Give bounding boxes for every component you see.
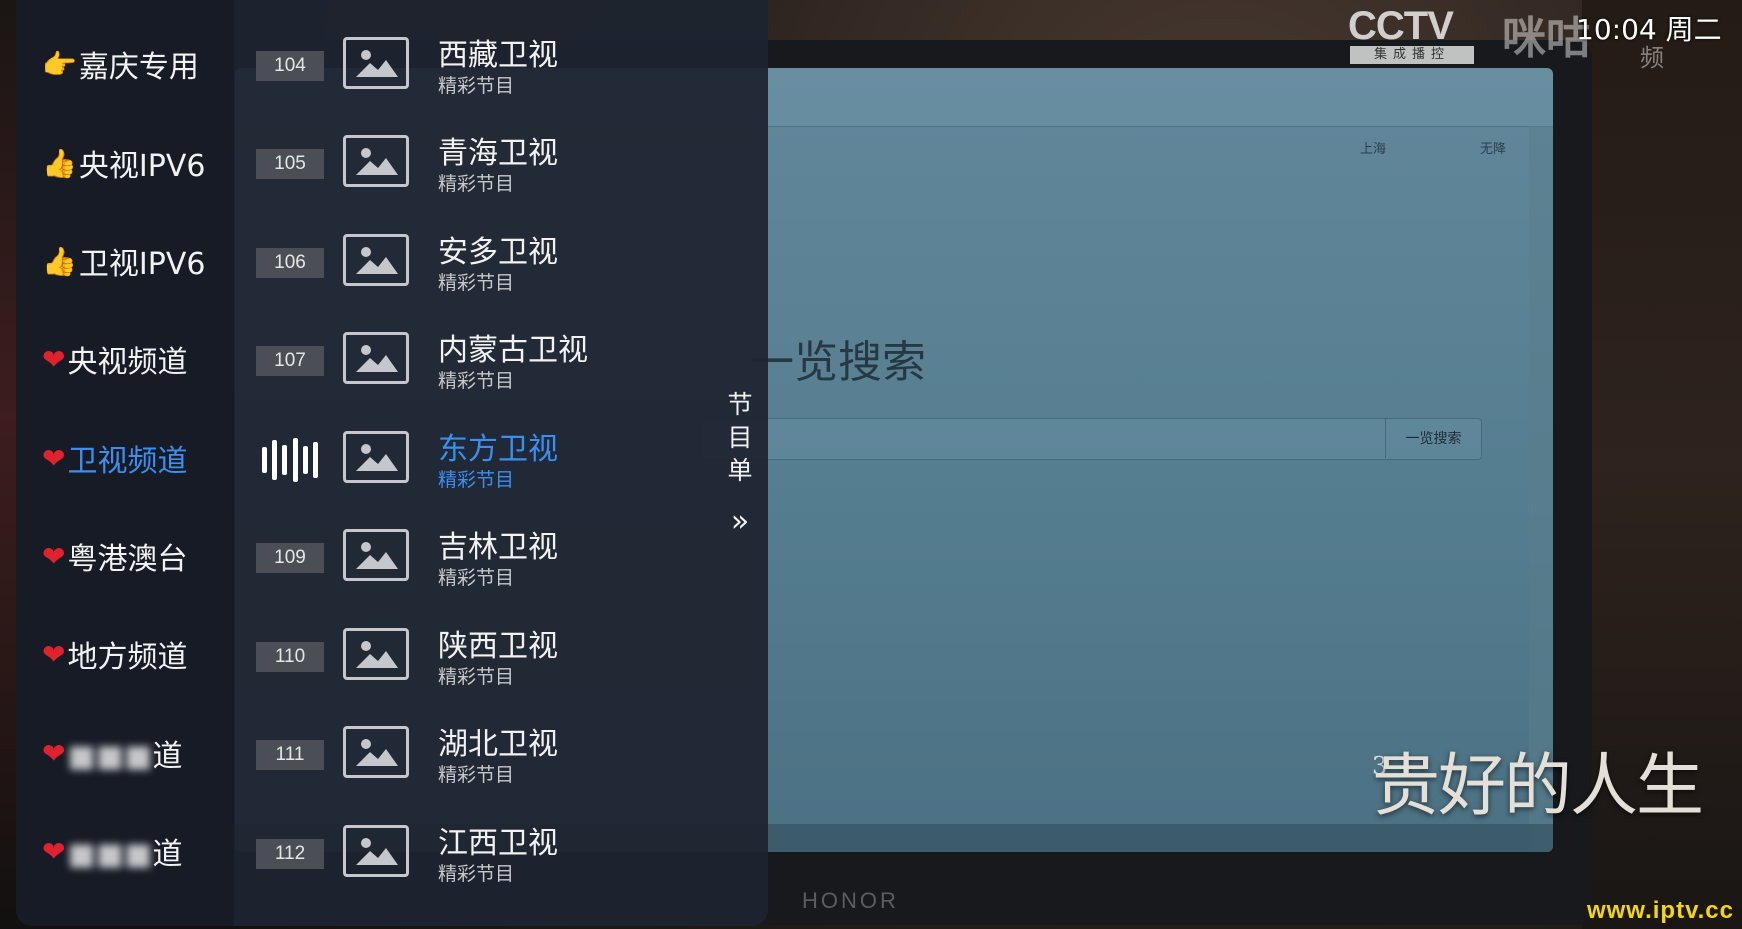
- channel-name: 陕西卫视: [438, 629, 558, 664]
- heart-icon: ❤: [42, 342, 66, 376]
- laptop-brand: HONOR: [802, 888, 899, 913]
- category-item[interactable]: 👉 嘉庆专用: [16, 34, 234, 94]
- now-playing-icon: [262, 438, 318, 482]
- category-list: 👉 嘉庆专用 👍 央视IPV6 👍 卫视IPV6 ❤ 央视频道 ❤ 卫视频道 ❤ 粤港澳台 ❤ 地方频道 ❤…: [16, 0, 234, 926]
- category-label-visible: 道: [152, 739, 183, 774]
- epg-label: 节目单: [727, 390, 753, 485]
- channel-name: 西藏卫视: [438, 38, 558, 73]
- channel-item[interactable]: 110 陕西卫视 精彩节目: [234, 613, 728, 703]
- category-item[interactable]: 👍 央视IPV6: [16, 133, 234, 193]
- heart-icon: ❤: [42, 539, 66, 573]
- channel-program: 精彩节目: [438, 272, 515, 294]
- blurred-text: ■■■: [67, 739, 153, 774]
- channel-number: 106: [256, 248, 324, 278]
- channel-program: 精彩节目: [438, 469, 515, 491]
- cctv-sub-logo: 集成播控: [1350, 46, 1474, 64]
- channel-program: 精彩节目: [438, 764, 515, 786]
- cctv-logo: CCTV: [1348, 4, 1454, 48]
- category-item[interactable]: ❤ ■■■道: [16, 723, 234, 783]
- channel-item[interactable]: 107 内蒙古卫视 精彩节目: [234, 317, 728, 407]
- clock: 10:04 周二: [1576, 13, 1722, 46]
- channel-program: 精彩节目: [438, 863, 515, 885]
- category-item[interactable]: ❤ 粤港澳台: [16, 526, 234, 586]
- image-placeholder-icon: [343, 726, 409, 778]
- channel-program: 精彩节目: [438, 173, 515, 195]
- channel-number: 109: [256, 543, 324, 573]
- image-placeholder-icon: [343, 234, 409, 286]
- heart-icon: ❤: [42, 736, 66, 770]
- channel-number: 104: [256, 51, 324, 81]
- thumbs-up-icon: 👍: [42, 146, 77, 180]
- channel-program: 精彩节目: [438, 666, 515, 688]
- category-label: 央视频道: [67, 345, 188, 380]
- thumbs-up-icon: 👍: [42, 244, 77, 278]
- channel-number: 111: [256, 740, 324, 770]
- image-placeholder-icon: [343, 529, 409, 581]
- heart-icon: ❤: [42, 834, 66, 868]
- category-label-visible: 道: [152, 837, 183, 872]
- image-placeholder-icon: [343, 37, 409, 89]
- image-placeholder-icon: [343, 628, 409, 680]
- category-item[interactable]: ❤ ■■■道: [16, 821, 234, 881]
- channel-name: 湖北卫视: [438, 727, 558, 762]
- channel-item[interactable]: 104 西藏卫视 精彩节目: [234, 22, 728, 112]
- category-label: ■■■道: [67, 829, 182, 873]
- search-page-title: 一览搜索: [750, 337, 926, 388]
- channel-program: 精彩节目: [438, 370, 515, 392]
- search-box: [700, 418, 1482, 460]
- weather-city: 上海: [1360, 142, 1387, 157]
- channel-name: 内蒙古卫视: [438, 333, 588, 368]
- category-label: 卫视IPV6: [78, 247, 206, 282]
- channel-name: 江西卫视: [438, 826, 558, 861]
- category-item[interactable]: 👍 卫视IPV6: [16, 231, 234, 291]
- channel-item[interactable]: 东方卫视 精彩节目: [234, 416, 728, 506]
- blurred-text: ■■■: [67, 837, 153, 872]
- channel-item[interactable]: 112 江西卫视 精彩节目: [234, 810, 728, 900]
- channel-item[interactable]: 106 安多卫视 精彩节目: [234, 219, 728, 309]
- channel-program: 精彩节目: [438, 75, 515, 97]
- heart-icon: ❤: [42, 441, 66, 475]
- channel-name: 吉林卫视: [438, 530, 558, 565]
- channel-panel: 👉 嘉庆专用 👍 央视IPV6 👍 卫视IPV6 ❤ 央视频道 ❤ 卫视频道 ❤ 粤港澳台 ❤ 地方频道 ❤…: [16, 0, 768, 926]
- category-label: 卫视频道: [67, 444, 188, 479]
- category-item[interactable]: ❤ 卫视频道: [16, 428, 234, 488]
- category-label: ■■■道: [67, 731, 182, 775]
- image-placeholder-icon: [343, 431, 409, 483]
- channel-number: 112: [256, 839, 324, 869]
- category-label: 央视IPV6: [78, 149, 206, 184]
- channel-name: 安多卫视: [438, 235, 558, 270]
- epg-toggle[interactable]: 节目单 »: [712, 0, 768, 926]
- watermark: www.iptv.cc: [1586, 897, 1734, 924]
- channel-number: 105: [256, 149, 324, 179]
- channel-number: 107: [256, 346, 324, 376]
- image-placeholder-icon: [343, 825, 409, 877]
- show-title: 贵好的人生: [1372, 747, 1704, 826]
- category-label: 粤港澳台: [67, 542, 188, 577]
- image-placeholder-icon: [343, 332, 409, 384]
- channel-item[interactable]: 109 吉林卫视 精彩节目: [234, 514, 728, 604]
- category-item[interactable]: ❤ 央视频道: [16, 329, 234, 389]
- image-placeholder-icon: [343, 135, 409, 187]
- category-label: 嘉庆专用: [78, 50, 199, 85]
- search-button: 一览搜索: [1385, 418, 1481, 458]
- channel-item[interactable]: 111 湖北卫视 精彩节目: [234, 711, 728, 801]
- channel-program: 精彩节目: [438, 567, 515, 589]
- channel-item[interactable]: 105 青海卫视 精彩节目: [234, 120, 728, 210]
- weather-desc: 无降: [1480, 142, 1507, 157]
- category-item[interactable]: ❤ 地方频道: [16, 624, 234, 684]
- channel-name: 青海卫视: [438, 136, 558, 171]
- category-label: 地方频道: [67, 640, 188, 675]
- double-chevron-right-icon[interactable]: »: [726, 504, 754, 539]
- channel-list: 104 西藏卫视 精彩节目 105 青海卫视 精彩节目 106 安多卫视 精彩节目 107 内蒙古卫…: [234, 0, 728, 926]
- channel-number: 110: [256, 642, 324, 672]
- tv-player-screen: 上海 无降 一览搜索 一览搜索 HONOR CCTV 集成播控 咪咕 频 10:…: [0, 0, 1742, 929]
- pointing-hand-icon: 👉: [42, 47, 77, 81]
- heart-icon: ❤: [42, 637, 66, 671]
- channel-name: 东方卫视: [438, 432, 558, 467]
